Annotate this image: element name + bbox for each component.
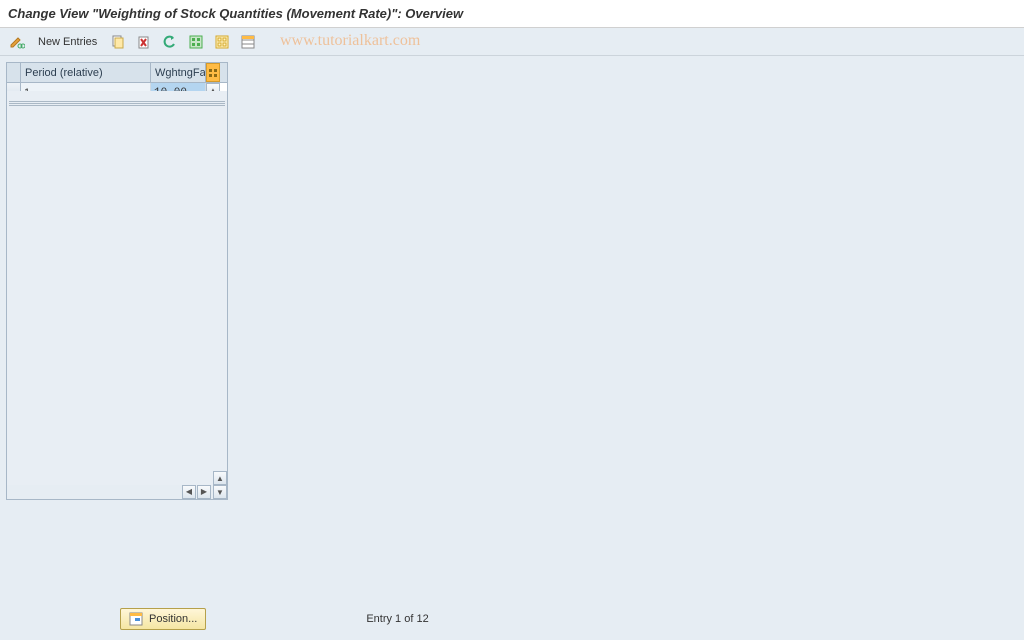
- status-bar: Position... Entry 1 of 12: [0, 608, 1024, 630]
- new-entries-button[interactable]: New Entries: [32, 32, 103, 52]
- table-footer: ◀ ▶: [7, 483, 227, 499]
- scroll-up-end-button[interactable]: ▲: [213, 471, 227, 485]
- delete-icon: [136, 34, 152, 50]
- row-selector-header[interactable]: [7, 63, 21, 82]
- page-title: Change View "Weighting of Stock Quantiti…: [8, 6, 463, 21]
- column-config-button[interactable]: [206, 63, 220, 82]
- entry-status: Entry 1 of 12: [366, 613, 428, 625]
- table-header: Period (relative) WghtngFac: [7, 63, 227, 83]
- vertical-scrollbar[interactable]: ▲ ▼ ▲ ▼: [206, 83, 220, 483]
- undo-icon: [162, 34, 178, 50]
- grid-icon: [208, 68, 218, 78]
- pencil-glasses-icon: [9, 34, 25, 50]
- position-icon: [129, 612, 143, 626]
- scroll-right-button[interactable]: ▶: [197, 485, 211, 499]
- column-header-factor[interactable]: WghtngFac: [151, 63, 206, 82]
- copy-icon: [110, 34, 126, 50]
- data-table: Period (relative) WghtngFac 110,00210,00…: [6, 62, 228, 500]
- deselect-all-button[interactable]: [211, 32, 233, 52]
- title-bar: Change View "Weighting of Stock Quantiti…: [0, 0, 1024, 28]
- position-label: Position...: [149, 613, 197, 625]
- watermark: www.tutorialkart.com: [280, 32, 420, 50]
- position-button[interactable]: Position...: [120, 608, 206, 630]
- copy-button[interactable]: [107, 32, 129, 52]
- table-settings-icon: [240, 34, 256, 50]
- toggle-change-button[interactable]: [6, 32, 28, 52]
- scroll-left-button[interactable]: ◀: [182, 485, 196, 499]
- content-area: Period (relative) WghtngFac 110,00210,00…: [0, 56, 1024, 506]
- select-all-icon: [188, 34, 204, 50]
- configure-button[interactable]: [237, 32, 259, 52]
- scroll-down-button[interactable]: ▼: [213, 485, 227, 499]
- deselect-all-icon: [214, 34, 230, 50]
- undo-button[interactable]: [159, 32, 181, 52]
- column-header-period[interactable]: Period (relative): [21, 63, 151, 82]
- toolbar: New Entries www.tutorialkart.com: [0, 28, 1024, 56]
- delete-button[interactable]: [133, 32, 155, 52]
- select-all-button[interactable]: [185, 32, 207, 52]
- scroll-track[interactable]: [7, 91, 227, 485]
